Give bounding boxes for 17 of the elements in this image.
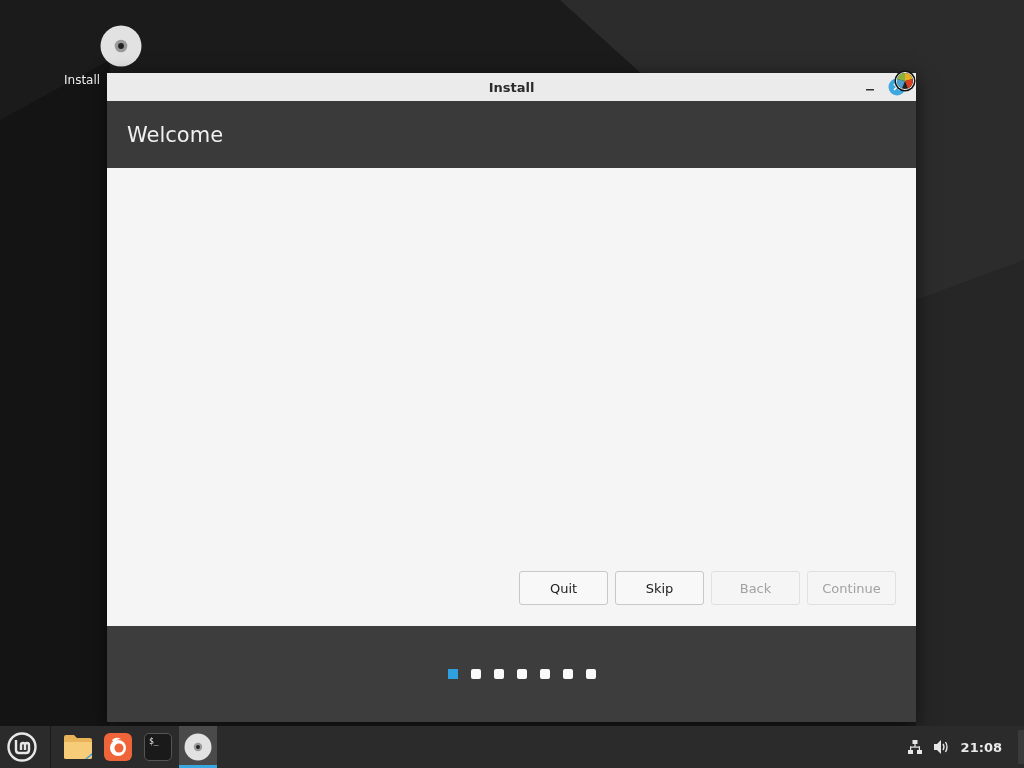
- nav-button[interactable]: Skip: [615, 571, 704, 605]
- page-heading: Welcome: [127, 122, 224, 147]
- nav-button[interactable]: Quit: [519, 571, 608, 605]
- folder-icon[interactable]: [63, 734, 93, 760]
- clock[interactable]: 21:08: [960, 739, 1002, 755]
- color-wheel-icon: [894, 70, 916, 92]
- volume-icon[interactable]: [932, 739, 951, 755]
- window-title: Install: [488, 79, 535, 95]
- disc-icon[interactable]: [100, 25, 142, 67]
- icon-label[interactable]: Install: [64, 73, 101, 87]
- browser-icon[interactable]: [104, 733, 132, 761]
- disc-icon[interactable]: [184, 733, 212, 761]
- menu-logo-icon[interactable]: [6, 731, 38, 763]
- network-icon[interactable]: [906, 739, 923, 755]
- taskbar-item[interactable]: $_: [139, 726, 177, 768]
- terminal-icon[interactable]: $_: [144, 733, 172, 761]
- taskbar-item[interactable]: [179, 726, 217, 768]
